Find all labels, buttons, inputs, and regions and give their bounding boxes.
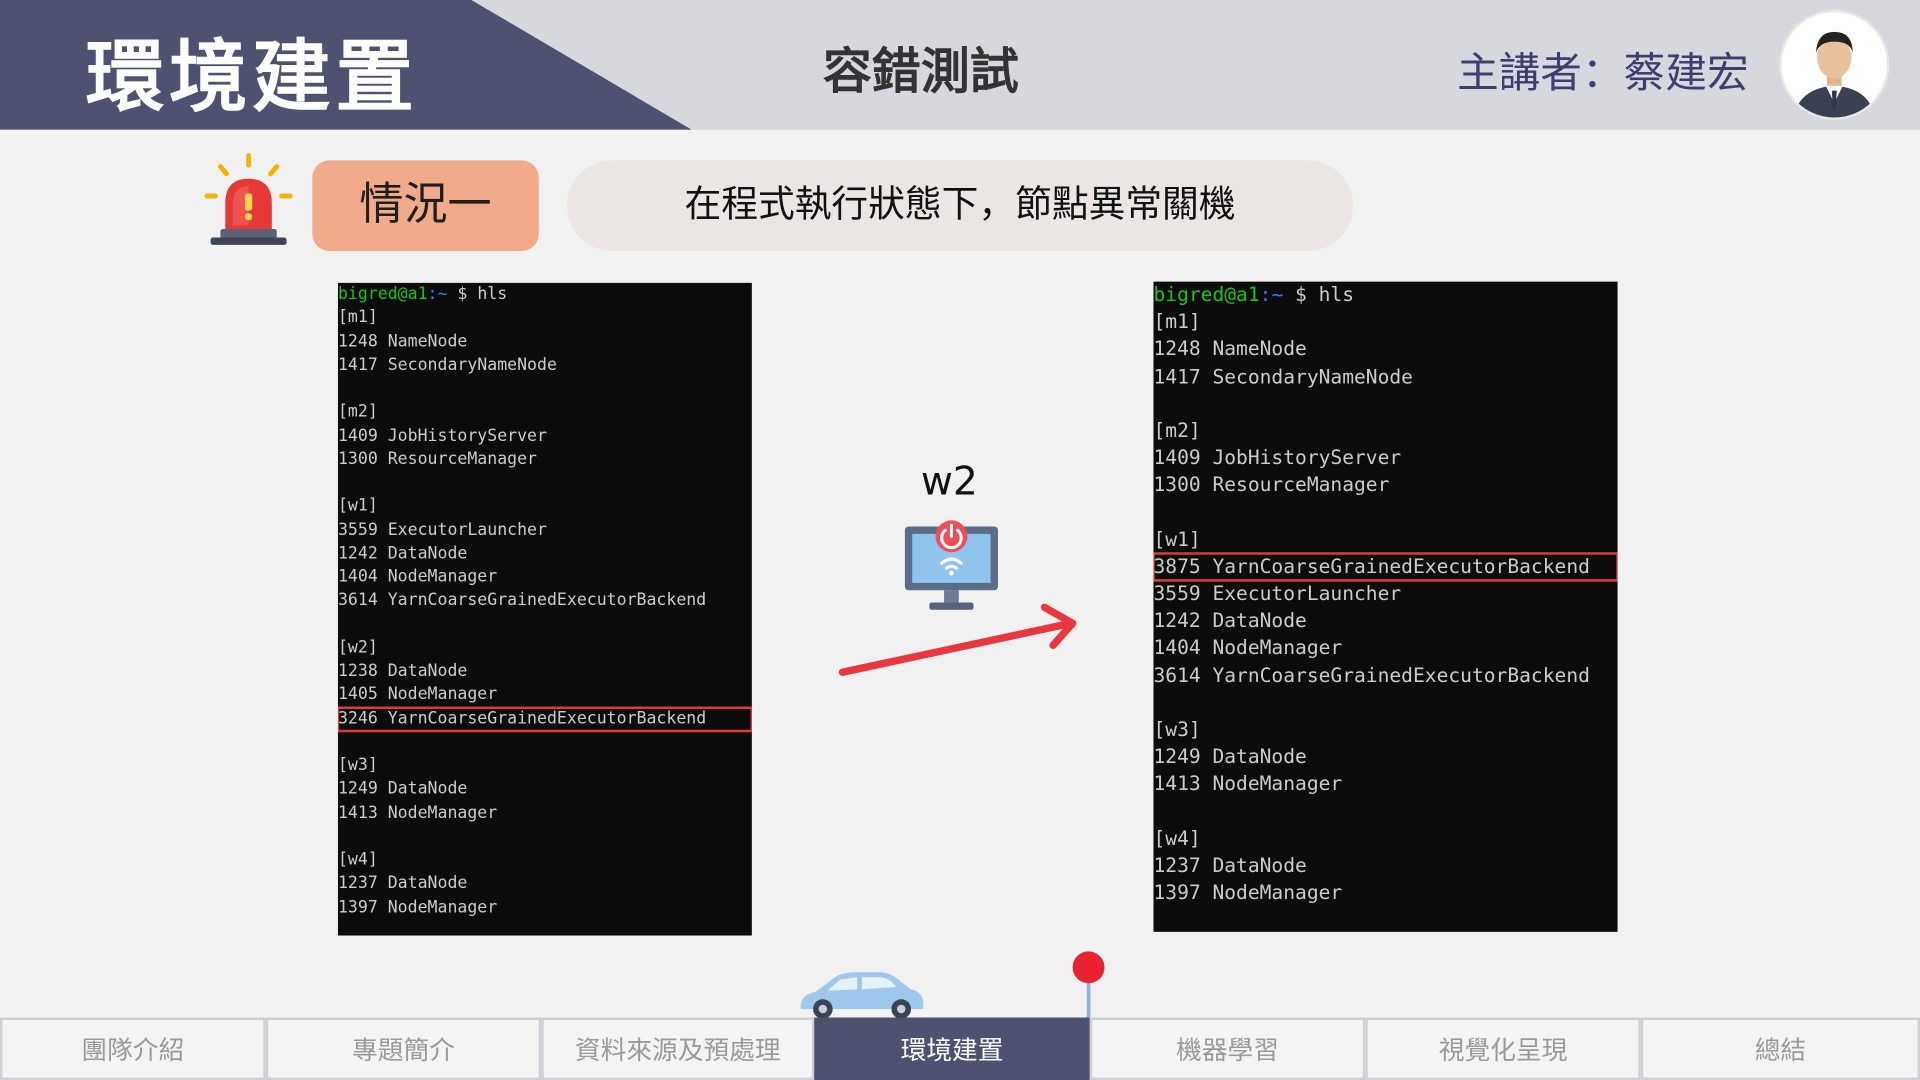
highlighted-process-line: 3875 YarnCoarseGrainedExecutorBackend [1153,552,1618,582]
terminal-line: 1249 DataNode [337,779,468,799]
terminal-line: 1237 DataNode [337,873,468,893]
terminal-line: 1300 ResourceManager [1153,473,1390,497]
presenter-avatar [1781,12,1887,118]
terminal-after: bigred@a1:~ $ hls [m1] 1248 NameNode 1417 S… [1153,281,1618,932]
terminal-prompt: bigred@a1:~ $ hls [1153,282,1617,309]
prompt-path: :~ [1259,282,1284,307]
location-pin-icon [1072,951,1105,1024]
bottom-navigation: 團隊介紹 專題簡介 資料來源及預處理 環境建置 機器學習 視覺化呈現 總結 [0,1017,1920,1080]
header: 環境建置 容錯測試 主講者：蔡建宏 [0,0,1920,130]
car-icon [800,972,924,1019]
terminal-line: 1242 DataNode [337,543,468,563]
terminal-line: [w4] [337,849,378,870]
nav-item-2[interactable]: 專題簡介 [265,1017,542,1080]
arrow-icon [838,603,1077,676]
terminal-line: 1405 NodeManager [337,684,498,705]
prompt-command: $ hls [457,284,508,304]
case-label: 情況一 [312,160,539,252]
alarm-siren-icon [204,153,293,245]
terminal-line: 1249 DataNode [1153,744,1307,768]
prompt-user: bigred@a1 [337,284,428,304]
terminal-line: [w1] [337,496,378,516]
terminal-line: 1404 NodeManager [337,566,498,587]
terminal-line: [m2] [337,401,378,422]
nav-item-7[interactable]: 總結 [1640,1017,1920,1080]
terminal-line: 3614 YarnCoarseGrainedExecutorBackend [1153,663,1590,687]
nav-item-3[interactable]: 資料來源及預處理 [541,1017,815,1080]
case-description: 在程式執行狀態下，節點異常關機 [566,160,1354,252]
terminal-line: [m1] [337,307,378,328]
terminal-line: 1397 NodeManager [337,896,498,917]
terminal-line: 1248 NameNode [1153,337,1307,361]
terminal-line: [m1] [1153,310,1201,334]
slide-title: 容錯測試 [822,44,1019,101]
terminal-line: [w3] [1153,717,1201,741]
terminal-line: 1242 DataNode [1153,608,1307,633]
prompt-command: $ hls [1295,282,1355,307]
terminal-line: 1397 NodeManager [1153,880,1343,904]
terminal-prompt: bigred@a1:~ $ hls [338,283,752,307]
terminal-line: 3559 ExecutorLauncher [337,519,547,540]
terminal-line: 1237 DataNode [1153,853,1307,877]
node-label: w2 [920,457,978,505]
terminal-line: 3559 ExecutorLauncher [1153,581,1402,605]
nav-item-1[interactable]: 團隊介紹 [0,1017,266,1080]
terminal-line: [w3] [337,755,378,776]
slide: 環境建置 容錯測試 主講者：蔡建宏 情況一 在程式執行狀態下，節點異常關機 bi… [0,0,1920,1080]
section-title: 環境建置 [85,33,419,124]
terminal-line: 1300 ResourceManager [337,449,538,469]
prompt-path: :~ [427,284,448,304]
terminal-line: 1404 NodeManager [1153,636,1343,660]
terminal-line: [m2] [1153,418,1201,442]
nav-item-5[interactable]: 機器學習 [1089,1017,1366,1080]
nav-item-4[interactable]: 環境建置 [814,1017,1090,1080]
terminal-line: [w2] [337,637,378,658]
terminal-line: [w4] [1153,826,1201,850]
terminal-line: 1248 NameNode [337,331,468,351]
terminal-line: 1238 DataNode [337,661,468,681]
presenter-name: 主講者：蔡建宏 [1457,48,1749,98]
terminal-line: 1409 JobHistoryServer [337,425,547,446]
prompt-user: bigred@a1 [1153,282,1260,307]
terminal-line: 1413 NodeManager [337,802,498,823]
terminal-line: 1417 SecondaryNameNode [337,354,557,375]
terminal-before: bigred@a1:~ $ hls [m1] 1248 NameNode 1417 S… [337,282,752,936]
terminal-line: [w1] [1153,527,1201,551]
highlighted-process-line: 3246 YarnCoarseGrainedExecutorBackend [337,705,752,732]
terminal-line: 3614 YarnCoarseGrainedExecutorBackend [337,590,707,611]
terminal-line: 1413 NodeManager [1153,771,1343,796]
terminal-line: 1409 JobHistoryServer [1153,445,1402,470]
nav-item-6[interactable]: 視覺化呈現 [1365,1017,1641,1080]
terminal-line: 1417 SecondaryNameNode [1153,364,1413,388]
